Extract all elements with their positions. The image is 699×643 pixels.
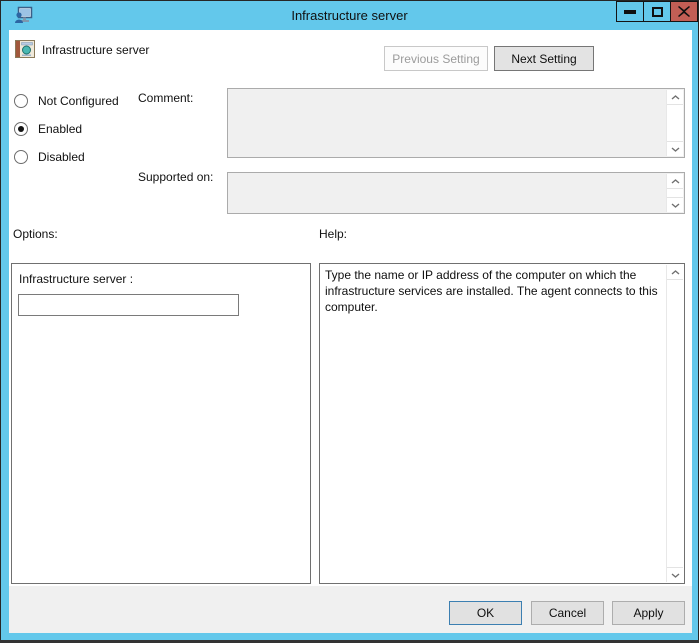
chevron-up-icon [671, 95, 680, 100]
comment-label: Comment: [138, 91, 193, 105]
radio-circle-icon [14, 94, 28, 108]
apply-button[interactable]: Apply [612, 601, 685, 625]
scroll-down-button[interactable] [667, 567, 683, 582]
help-panel: Type the name or IP address of the compu… [319, 263, 685, 584]
minimize-icon [624, 10, 636, 14]
radio-disabled[interactable]: Disabled [14, 149, 85, 165]
radio-label: Disabled [38, 150, 85, 164]
minimize-button[interactable] [616, 1, 644, 22]
supported-on-scrollbar[interactable] [666, 174, 683, 212]
titlebar[interactable]: Infrastructure server [1, 1, 698, 30]
ok-button[interactable]: OK [449, 601, 522, 625]
supported-on-label: Supported on: [138, 170, 213, 184]
chevron-down-icon [671, 573, 680, 578]
window-controls [617, 1, 698, 22]
dialog-window: Infrastructure server [0, 0, 699, 640]
scroll-down-button[interactable] [667, 197, 683, 212]
chevron-down-icon [671, 203, 680, 208]
scroll-down-button[interactable] [667, 141, 683, 156]
maximize-icon [652, 7, 663, 17]
next-setting-button[interactable]: Next Setting [494, 46, 594, 71]
chevron-up-icon [671, 179, 680, 184]
help-scrollbar[interactable] [666, 265, 683, 582]
policy-setting-icon [15, 40, 35, 58]
supported-on-textarea [227, 172, 685, 214]
options-panel: Infrastructure server : [11, 263, 311, 584]
screenshot-root: Infrastructure server [0, 0, 699, 643]
button-bar: OK Cancel Apply [9, 586, 692, 633]
cancel-button[interactable]: Cancel [531, 601, 604, 625]
close-icon [678, 6, 690, 17]
help-text: Type the name or IP address of the compu… [325, 267, 660, 315]
comment-scrollbar[interactable] [666, 90, 683, 156]
radio-circle-icon [14, 122, 28, 136]
radio-label: Enabled [38, 122, 82, 136]
scroll-up-button[interactable] [667, 90, 683, 105]
infrastructure-server-field-label: Infrastructure server : [19, 272, 133, 286]
close-button[interactable] [670, 1, 698, 22]
maximize-button[interactable] [643, 1, 671, 22]
scroll-up-button[interactable] [667, 174, 683, 189]
comment-textarea [227, 88, 685, 158]
radio-label: Not Configured [38, 94, 119, 108]
chevron-up-icon [671, 270, 680, 275]
setting-name-label: Infrastructure server [42, 43, 149, 57]
help-section-label: Help: [319, 227, 347, 241]
options-section-label: Options: [13, 227, 58, 241]
infrastructure-server-input[interactable] [18, 294, 239, 316]
chevron-down-icon [671, 147, 680, 152]
radio-not-configured[interactable]: Not Configured [14, 93, 119, 109]
radio-circle-icon [14, 150, 28, 164]
window-title: Infrastructure server [1, 1, 698, 30]
scroll-up-button[interactable] [667, 265, 683, 280]
previous-setting-button: Previous Setting [384, 46, 488, 71]
radio-enabled[interactable]: Enabled [14, 121, 82, 137]
dialog-content: Infrastructure server Previous Setting N… [9, 30, 692, 633]
